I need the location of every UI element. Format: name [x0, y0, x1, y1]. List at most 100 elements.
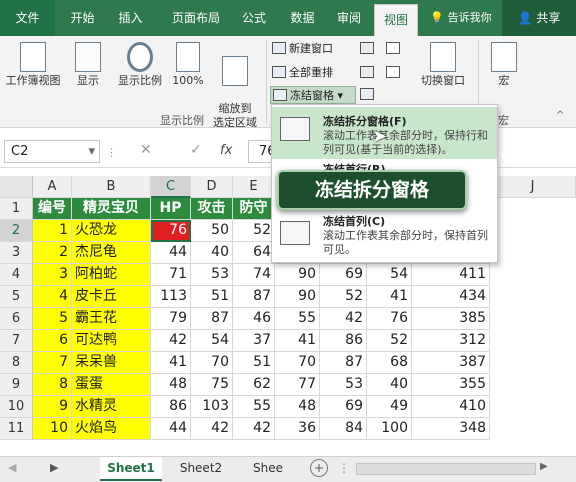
- table-cell[interactable]: 40: [191, 242, 233, 264]
- zoom-100-button[interactable]: 100%: [170, 42, 206, 88]
- table-cell[interactable]: 348: [412, 418, 490, 440]
- column-header[interactable]: E: [233, 176, 275, 198]
- sync-scroll-icon[interactable]: [386, 66, 400, 78]
- table-cell[interactable]: 54: [191, 330, 233, 352]
- table-cell[interactable]: 75: [191, 374, 233, 396]
- freeze-panes-button[interactable]: 冻结窗格 ▾: [270, 86, 356, 104]
- table-cell[interactable]: 46: [233, 308, 275, 330]
- table-cell[interactable]: 防守: [233, 198, 275, 220]
- tab-home[interactable]: 开始: [60, 0, 105, 36]
- table-cell[interactable]: 攻击: [191, 198, 233, 220]
- table-cell[interactable]: 编号: [33, 198, 72, 220]
- collapse-ribbon-icon[interactable]: ^: [556, 110, 564, 121]
- table-cell[interactable]: 410: [412, 396, 490, 418]
- column-header[interactable]: J: [490, 176, 576, 198]
- row-header[interactable]: 1: [0, 198, 33, 220]
- table-cell[interactable]: 70: [191, 352, 233, 374]
- table-cell[interactable]: 9: [33, 396, 72, 418]
- table-cell[interactable]: 36: [275, 418, 320, 440]
- table-cell[interactable]: 52: [233, 220, 275, 242]
- table-cell[interactable]: 52: [367, 330, 412, 352]
- tab-page-layout[interactable]: 页面布局: [160, 0, 232, 36]
- zoom-button[interactable]: 显示比例: [112, 42, 168, 88]
- menu-item-freeze-first-column[interactable]: 冻结首列(C) 滚动工作表其余部分时，保持首列可见。: [272, 209, 497, 261]
- table-cell[interactable]: 41: [367, 286, 412, 308]
- tab-data[interactable]: 数据: [280, 0, 325, 36]
- insert-function-button[interactable]: fx: [220, 143, 232, 158]
- table-cell[interactable]: HP: [151, 198, 191, 220]
- tab-file[interactable]: 文件: [0, 0, 55, 36]
- scroll-right-icon[interactable]: ▶: [540, 461, 548, 472]
- share-button[interactable]: 👤 共享: [502, 0, 576, 36]
- switch-window-button[interactable]: 切换窗口: [412, 42, 474, 88]
- row-header[interactable]: 3: [0, 242, 33, 264]
- table-cell[interactable]: 42: [233, 418, 275, 440]
- table-cell[interactable]: 385: [412, 308, 490, 330]
- tab-view[interactable]: 视图: [374, 4, 418, 36]
- table-cell[interactable]: 10: [33, 418, 72, 440]
- table-cell[interactable]: 54: [367, 264, 412, 286]
- table-cell[interactable]: 62: [233, 374, 275, 396]
- sheet-tab[interactable]: Sheet2: [166, 457, 236, 481]
- column-header[interactable]: A: [33, 176, 72, 198]
- row-header[interactable]: 6: [0, 308, 33, 330]
- table-cell[interactable]: 64: [233, 242, 275, 264]
- table-cell[interactable]: 3: [33, 264, 72, 286]
- table-cell[interactable]: 77: [275, 374, 320, 396]
- table-cell[interactable]: 51: [191, 286, 233, 308]
- table-cell[interactable]: 87: [233, 286, 275, 308]
- table-cell[interactable]: 434: [412, 286, 490, 308]
- table-cell[interactable]: 86: [320, 330, 367, 352]
- table-cell[interactable]: 55: [275, 308, 320, 330]
- table-cell[interactable]: 7: [33, 352, 72, 374]
- horizontal-scrollbar[interactable]: [356, 463, 536, 475]
- split-icon[interactable]: [360, 42, 374, 54]
- select-all-corner[interactable]: [0, 176, 33, 198]
- table-cell[interactable]: 90: [275, 264, 320, 286]
- table-cell[interactable]: 387: [412, 352, 490, 374]
- arrange-all-button[interactable]: 全部重排: [272, 64, 333, 82]
- table-cell[interactable]: 50: [191, 220, 233, 242]
- table-cell[interactable]: 90: [275, 286, 320, 308]
- table-cell[interactable]: 84: [320, 418, 367, 440]
- unhide-icon[interactable]: [360, 88, 374, 100]
- row-header[interactable]: 4: [0, 264, 33, 286]
- table-cell[interactable]: 42: [320, 308, 367, 330]
- formula-input[interactable]: 76: [248, 140, 276, 163]
- enter-icon[interactable]: ✓: [190, 142, 202, 158]
- row-header[interactable]: 8: [0, 352, 33, 374]
- table-cell[interactable]: 55: [233, 396, 275, 418]
- table-cell[interactable]: 48: [275, 396, 320, 418]
- table-cell[interactable]: 411: [412, 264, 490, 286]
- zoom-selection-button[interactable]: 缩放到 选定区域: [206, 42, 264, 130]
- row-header[interactable]: 11: [0, 418, 33, 440]
- table-cell[interactable]: 355: [412, 374, 490, 396]
- table-cell[interactable]: 48: [151, 374, 191, 396]
- name-box[interactable]: C2 ▾: [4, 140, 100, 163]
- row-header[interactable]: 10: [0, 396, 33, 418]
- table-cell[interactable]: 51: [233, 352, 275, 374]
- table-cell[interactable]: 火恐龙: [72, 220, 151, 242]
- table-cell[interactable]: 76: [367, 308, 412, 330]
- table-cell[interactable]: 113: [151, 286, 191, 308]
- table-cell[interactable]: 312: [412, 330, 490, 352]
- sheet-tab[interactable]: Shee: [240, 457, 296, 481]
- table-cell[interactable]: 52: [320, 286, 367, 308]
- table-cell[interactable]: 70: [275, 352, 320, 374]
- tell-me-box[interactable]: 💡 告诉我你: [424, 0, 498, 36]
- next-sheet-icon[interactable]: ▶: [50, 461, 58, 474]
- table-cell[interactable]: 87: [320, 352, 367, 374]
- show-button[interactable]: 显示: [68, 42, 108, 88]
- tab-review[interactable]: 审阅: [328, 0, 370, 36]
- column-header-selected[interactable]: C: [151, 176, 191, 198]
- table-cell[interactable]: 阿柏蛇: [72, 264, 151, 286]
- table-cell[interactable]: 精灵宝贝: [72, 198, 151, 220]
- table-cell[interactable]: 41: [275, 330, 320, 352]
- table-cell[interactable]: 8: [33, 374, 72, 396]
- column-header[interactable]: B: [72, 176, 151, 198]
- table-cell[interactable]: 2: [33, 242, 72, 264]
- new-window-button[interactable]: 新建窗口: [272, 40, 333, 58]
- table-cell[interactable]: 103: [191, 396, 233, 418]
- workbook-view-button[interactable]: 工作簿视图: [2, 42, 64, 88]
- table-cell[interactable]: 40: [367, 374, 412, 396]
